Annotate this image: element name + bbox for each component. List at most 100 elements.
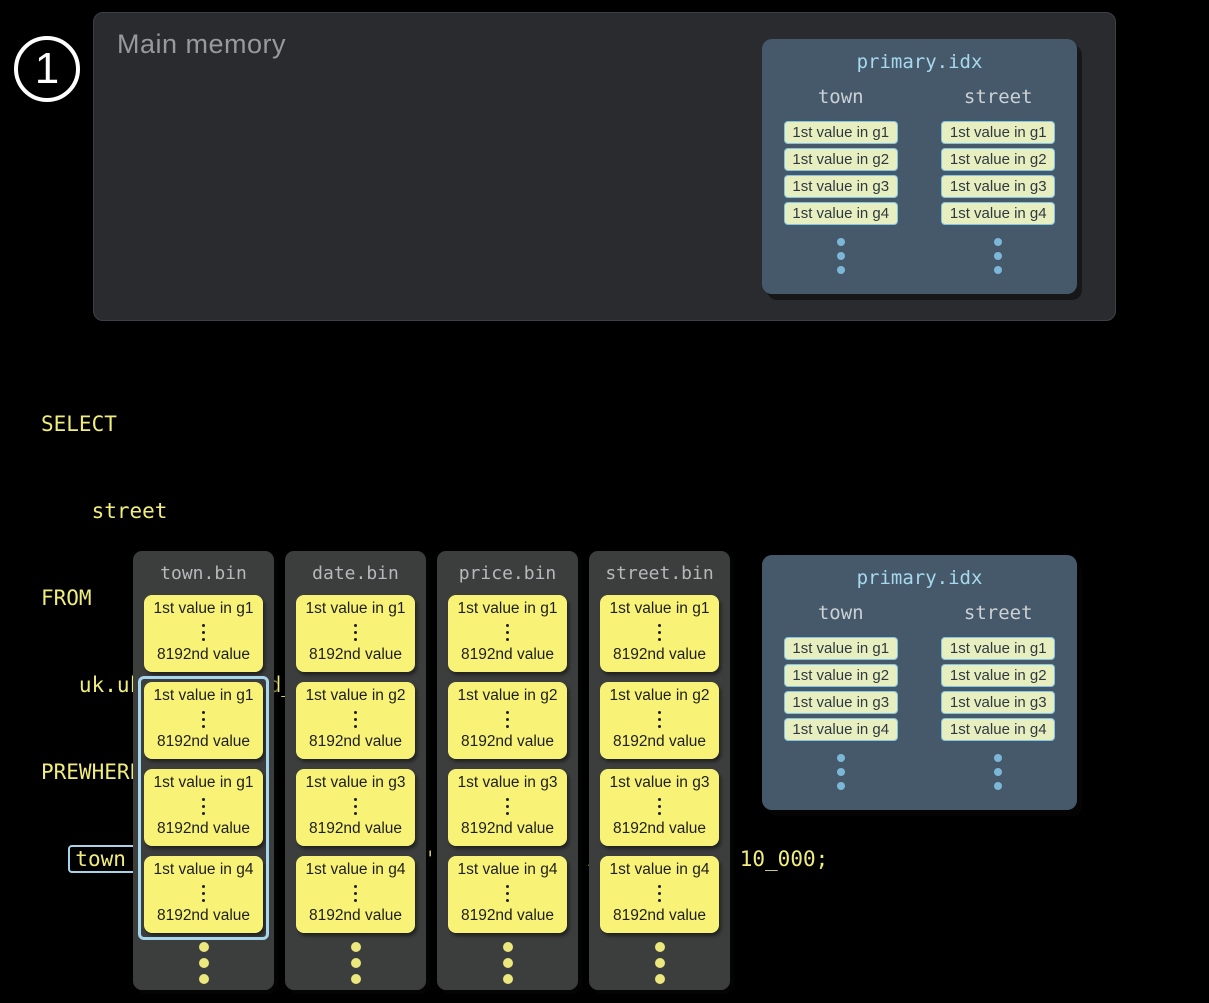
granule-last-value: 8192nd value bbox=[309, 646, 402, 664]
granule-first-value: 1st value in g1 bbox=[154, 600, 254, 618]
vertical-ellipsis-icon bbox=[437, 942, 578, 984]
idx-entry: 1st value in g1 bbox=[784, 121, 898, 144]
idx-column-town: town 1st value in g1 1st value in g2 1st… bbox=[762, 86, 920, 274]
granule-first-value: 1st value in g1 bbox=[154, 774, 254, 792]
granule-list: 1st value in g1 8192nd value 1st value i… bbox=[285, 595, 426, 933]
granule-4: 1st value in g4 8192nd value bbox=[600, 856, 719, 933]
vertical-ellipsis-icon bbox=[506, 624, 509, 641]
idx-entry: 1st value in g1 bbox=[784, 637, 898, 660]
vertical-ellipsis-icon bbox=[354, 798, 357, 815]
granule-list: 1st value in g1 8192nd value 1st value i… bbox=[437, 595, 578, 933]
granule-last-value: 8192nd value bbox=[461, 820, 554, 838]
granule-last-value: 8192nd value bbox=[309, 820, 402, 838]
bin-title: date.bin bbox=[285, 551, 426, 585]
granule-first-value: 1st value in g3 bbox=[610, 774, 710, 792]
granule-first-value: 1st value in g2 bbox=[458, 687, 558, 705]
granule-first-value: 1st value in g4 bbox=[458, 861, 558, 879]
bin-street: street.bin 1st value in g1 8192nd value … bbox=[589, 551, 730, 990]
vertical-ellipsis-icon bbox=[133, 942, 274, 984]
vertical-ellipsis-icon bbox=[837, 238, 845, 274]
granule-2: 1st value in g2 8192nd value bbox=[448, 682, 567, 759]
bin-date: date.bin 1st value in g1 8192nd value 1s… bbox=[285, 551, 426, 990]
granule-2: 1st value in g1 8192nd value bbox=[144, 682, 263, 759]
granule-first-value: 1st value in g3 bbox=[458, 774, 558, 792]
bin-price: price.bin 1st value in g1 8192nd value 1… bbox=[437, 551, 578, 990]
granule-last-value: 8192nd value bbox=[157, 646, 250, 664]
granule-last-value: 8192nd value bbox=[157, 907, 250, 925]
vertical-ellipsis-icon bbox=[994, 238, 1002, 274]
vertical-ellipsis-icon bbox=[285, 942, 426, 984]
idx-entry: 1st value in g2 bbox=[784, 664, 898, 687]
granule-4: 1st value in g4 8192nd value bbox=[296, 856, 415, 933]
granule-first-value: 1st value in g4 bbox=[610, 861, 710, 879]
sql-line-select: SELECT bbox=[41, 410, 828, 439]
vertical-ellipsis-icon bbox=[589, 942, 730, 984]
diagram-canvas: 1 Main memory primary.idx town 1st value… bbox=[0, 0, 1209, 1003]
idx-entry: 1st value in g1 bbox=[941, 121, 1055, 144]
granule-3: 1st value in g3 8192nd value bbox=[296, 769, 415, 846]
idx-column-label: street bbox=[964, 86, 1033, 108]
vertical-ellipsis-icon bbox=[354, 885, 357, 902]
granule-list: 1st value in g1 8192nd value 1st value i… bbox=[589, 595, 730, 933]
granule-first-value: 1st value in g3 bbox=[306, 774, 406, 792]
vertical-ellipsis-icon bbox=[354, 711, 357, 728]
step-1-badge: 1 bbox=[14, 36, 80, 102]
granule-first-value: 1st value in g4 bbox=[306, 861, 406, 879]
granule-first-value: 1st value in g1 bbox=[154, 687, 254, 705]
granule-last-value: 8192nd value bbox=[157, 733, 250, 751]
bin-title: price.bin bbox=[437, 551, 578, 585]
idx-entry: 1st value in g2 bbox=[784, 148, 898, 171]
granule-4: 1st value in g4 8192nd value bbox=[144, 856, 263, 933]
primary-idx-title: primary.idx bbox=[762, 39, 1077, 73]
idx-entry: 1st value in g2 bbox=[941, 148, 1055, 171]
granule-first-value: 1st value in g2 bbox=[610, 687, 710, 705]
vertical-ellipsis-icon bbox=[658, 885, 661, 902]
idx-column-street: street 1st value in g1 1st value in g2 1… bbox=[920, 86, 1078, 274]
granule-4: 1st value in g4 8192nd value bbox=[448, 856, 567, 933]
granule-first-value: 1st value in g4 bbox=[154, 861, 254, 879]
sql-line-select-column: street bbox=[41, 497, 828, 526]
granule-last-value: 8192nd value bbox=[613, 733, 706, 751]
granule-2: 1st value in g2 8192nd value bbox=[600, 682, 719, 759]
vertical-ellipsis-icon bbox=[506, 711, 509, 728]
granule-3: 1st value in g1 8192nd value bbox=[144, 769, 263, 846]
granule-last-value: 8192nd value bbox=[613, 820, 706, 838]
idx-entry: 1st value in g3 bbox=[784, 175, 898, 198]
primary-idx-columns: town 1st value in g1 1st value in g2 1st… bbox=[762, 86, 1077, 274]
idx-entry: 1st value in g1 bbox=[941, 637, 1055, 660]
vertical-ellipsis-icon bbox=[202, 711, 205, 728]
vertical-ellipsis-icon bbox=[658, 798, 661, 815]
vertical-ellipsis-icon bbox=[202, 885, 205, 902]
granule-1: 1st value in g1 8192nd value bbox=[448, 595, 567, 672]
idx-column-label: town bbox=[818, 602, 864, 624]
idx-entry: 1st value in g3 bbox=[941, 175, 1055, 198]
granule-3: 1st value in g3 8192nd value bbox=[448, 769, 567, 846]
granule-2: 1st value in g2 8192nd value bbox=[296, 682, 415, 759]
idx-entry: 1st value in g3 bbox=[941, 691, 1055, 714]
idx-entry: 1st value in g4 bbox=[941, 718, 1055, 741]
granule-1: 1st value in g1 8192nd value bbox=[600, 595, 719, 672]
main-memory-title: Main memory bbox=[117, 29, 286, 60]
granule-last-value: 8192nd value bbox=[461, 907, 554, 925]
idx-column-town: town 1st value in g1 1st value in g2 1st… bbox=[762, 602, 920, 790]
idx-entry: 1st value in g4 bbox=[784, 718, 898, 741]
granule-first-value: 1st value in g1 bbox=[306, 600, 406, 618]
granule-last-value: 8192nd value bbox=[461, 733, 554, 751]
granule-last-value: 8192nd value bbox=[613, 646, 706, 664]
granule-1: 1st value in g1 8192nd value bbox=[296, 595, 415, 672]
vertical-ellipsis-icon bbox=[506, 885, 509, 902]
granule-3: 1st value in g3 8192nd value bbox=[600, 769, 719, 846]
granule-last-value: 8192nd value bbox=[309, 733, 402, 751]
sql-indent bbox=[41, 847, 66, 871]
granule-last-value: 8192nd value bbox=[157, 820, 250, 838]
idx-entry: 1st value in g4 bbox=[784, 202, 898, 225]
vertical-ellipsis-icon bbox=[994, 754, 1002, 790]
primary-idx-title: primary.idx bbox=[762, 555, 1077, 589]
primary-idx-box-disk: primary.idx town 1st value in g1 1st val… bbox=[762, 555, 1077, 810]
vertical-ellipsis-icon bbox=[202, 624, 205, 641]
vertical-ellipsis-icon bbox=[506, 798, 509, 815]
granule-last-value: 8192nd value bbox=[613, 907, 706, 925]
vertical-ellipsis-icon bbox=[837, 754, 845, 790]
idx-column-label: town bbox=[818, 86, 864, 108]
bin-title: street.bin bbox=[589, 551, 730, 585]
